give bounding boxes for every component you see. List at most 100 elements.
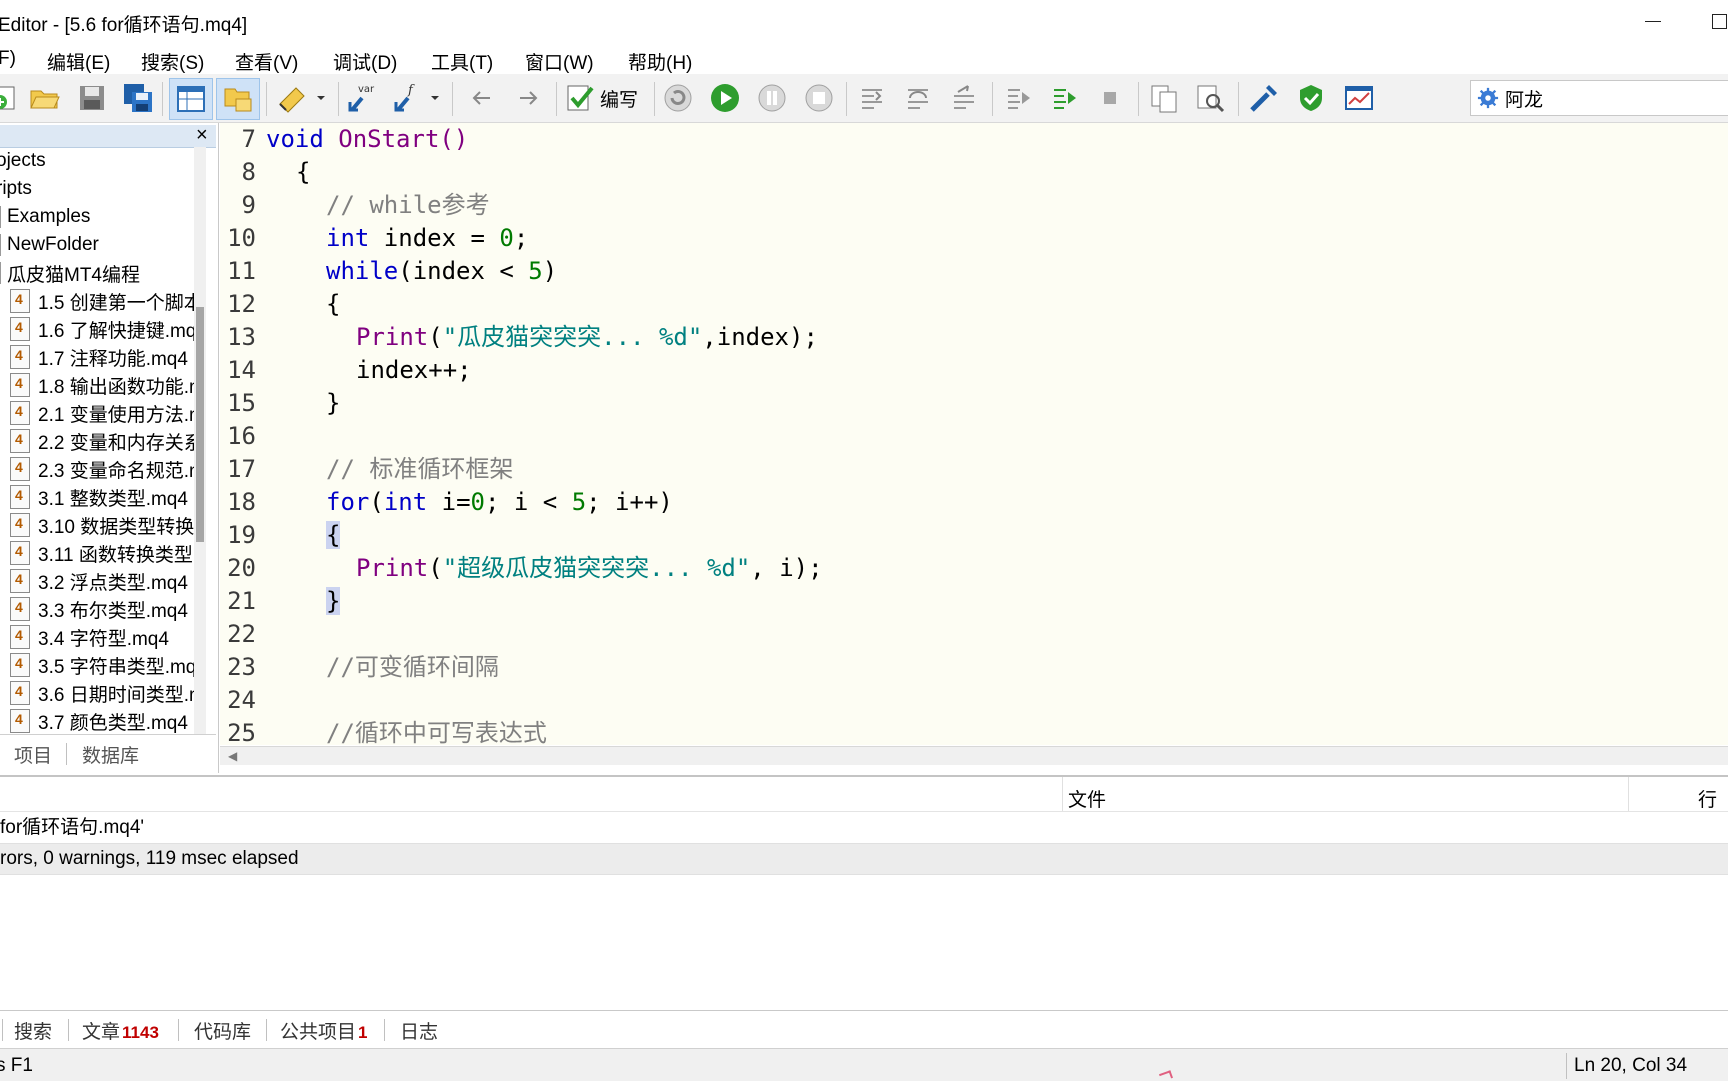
menu-window[interactable]: 窗口(W) <box>525 48 594 75</box>
save-icon[interactable] <box>76 82 108 114</box>
scroll-left-icon[interactable]: ◀ <box>228 749 237 763</box>
message-row[interactable]: for循环语句.mq4' <box>0 813 1728 843</box>
line-number: 15 <box>227 389 256 417</box>
menu-tools[interactable]: 工具(T) <box>431 48 493 75</box>
editor-horizontal-scrollbar[interactable]: ◀ <box>220 746 1728 765</box>
save-all-icon[interactable] <box>122 82 154 114</box>
minimize-button[interactable] <box>1630 6 1670 36</box>
navigator-scrollbar[interactable] <box>194 147 206 757</box>
tree-file-item[interactable]: 3.11 函数转换类型 <box>10 539 193 567</box>
start-debug-icon[interactable] <box>709 82 741 114</box>
mq4-file-icon <box>10 429 30 453</box>
compile-icon <box>567 85 594 111</box>
insert-func-icon[interactable]: f <box>392 82 424 114</box>
user-profile-field[interactable]: 阿龙 <box>1470 80 1728 116</box>
message-row-selected[interactable]: rors, 0 warnings, 119 msec elapsed <box>0 843 1728 875</box>
menu-edit[interactable]: 编辑(E) <box>47 48 110 75</box>
column-file[interactable]: 文件 <box>1068 785 1106 812</box>
code-line: Print("瓜皮猫突突突... %d",index); <box>356 323 818 351</box>
copy-icon[interactable] <box>1148 82 1180 114</box>
menu-help[interactable]: 帮助(H) <box>628 48 692 75</box>
tree-file-item[interactable]: 3.1 整数类型.mq4 <box>10 483 188 511</box>
step-into-icon[interactable] <box>856 82 888 114</box>
mq4-file-icon <box>10 513 30 537</box>
maximize-button[interactable] <box>1700 6 1728 36</box>
close-icon[interactable]: × <box>196 124 208 147</box>
toolbox-toggle-icon[interactable] <box>216 78 260 120</box>
step-over-icon[interactable] <box>902 82 934 114</box>
tree-file-item[interactable]: 3.6 日期时间类型.mq4 <box>10 679 194 707</box>
tab-database[interactable]: 数据库 <box>82 741 139 768</box>
verify-icon[interactable] <box>1295 82 1327 114</box>
tree-file-item[interactable]: 2.1 变量使用方法.mq4 <box>10 399 194 427</box>
tree-file-item[interactable]: 1.6 了解快捷键.mq4 <box>10 315 194 343</box>
code-line: for(int i=0; i < 5; i++) <box>326 488 673 516</box>
navigator-toggle-icon[interactable] <box>169 78 213 120</box>
pause-icon[interactable] <box>756 82 788 114</box>
svg-text:f: f <box>407 83 415 98</box>
tab-public-projects[interactable]: 公共项目 1 <box>280 1017 367 1044</box>
tree-item[interactable]: ojects <box>0 147 46 175</box>
profile-real-icon[interactable] <box>1048 82 1080 114</box>
tree-file-item[interactable]: 3.10 数据类型转换 <box>10 511 194 539</box>
mq4-file-icon <box>10 457 30 481</box>
tree-item[interactable]: ripts <box>0 175 32 203</box>
tab-codebase[interactable]: 代码库 <box>194 1017 251 1044</box>
chart-icon[interactable] <box>1343 82 1375 114</box>
toolbar: var f 编写 阿龙 <box>0 74 1728 123</box>
style-icon[interactable] <box>276 82 308 114</box>
column-line[interactable]: 行 <box>1698 785 1717 812</box>
code-line: { <box>326 290 341 318</box>
tree-file-item[interactable]: 3.5 字符串类型.mq4 <box>10 651 194 679</box>
tab-projects[interactable]: 项目 <box>14 741 52 768</box>
line-number: 25 <box>227 719 256 747</box>
menu-file[interactable]: F) <box>0 48 16 70</box>
line-number: 13 <box>227 323 256 351</box>
tree-item[interactable]: Examples <box>0 203 90 231</box>
tree-file-item[interactable]: 2.2 变量和内存关系 <box>10 427 194 455</box>
open-icon[interactable] <box>28 82 60 114</box>
tree-file-item[interactable]: 1.7 注释功能.mq4 <box>10 343 188 371</box>
code-line: //可变循环间隔 <box>326 653 499 681</box>
tool-icon[interactable] <box>1248 82 1280 114</box>
tree-file-item[interactable]: 3.2 浮点类型.mq4 <box>10 567 188 595</box>
code-area[interactable]: void OnStart() { // while参考 int index = … <box>266 123 1726 745</box>
code-line: // while参考 <box>326 191 490 219</box>
scrollbar-thumb[interactable] <box>196 307 204 542</box>
tree-file-item[interactable]: 2.3 变量命名规范.mq4 <box>10 455 194 483</box>
menu-debug[interactable]: 调试(D) <box>333 48 397 75</box>
profile-stop-icon[interactable] <box>1094 82 1126 114</box>
tab-articles[interactable]: 文章 1143 <box>82 1017 159 1044</box>
new-icon[interactable] <box>0 82 20 114</box>
back-icon[interactable] <box>466 82 498 114</box>
forward-icon[interactable] <box>512 82 544 114</box>
line-number: 21 <box>227 587 256 615</box>
line-number: 7 <box>241 125 256 153</box>
menu-search[interactable]: 搜索(S) <box>141 48 204 75</box>
stop-icon[interactable] <box>803 82 835 114</box>
line-number: 20 <box>227 554 256 582</box>
func-dropdown-icon[interactable] <box>428 82 442 114</box>
dropdown-icon[interactable] <box>314 82 328 114</box>
restart-icon[interactable] <box>662 82 694 114</box>
tab-search[interactable]: 搜索 <box>14 1017 52 1044</box>
step-out-icon[interactable] <box>948 82 980 114</box>
tree-file-item[interactable]: 3.3 布尔类型.mq4 <box>10 595 188 623</box>
line-number: 22 <box>227 620 256 648</box>
mq4-file-icon <box>10 485 30 509</box>
find-icon[interactable] <box>1194 82 1226 114</box>
profile-start-icon[interactable] <box>1002 82 1034 114</box>
menu-view[interactable]: 查看(V) <box>235 48 298 75</box>
tree-file-item[interactable]: 3.4 字符型.mq4 <box>10 623 169 651</box>
code-editor[interactable]: 7 8 9 10 11 12 13 14 15 16 17 18 19 20 2… <box>220 123 1728 747</box>
mq4-file-icon <box>10 709 30 733</box>
tab-journal[interactable]: 日志 <box>400 1017 438 1044</box>
tree-file-item[interactable]: 3.7 颜色类型.mq4 <box>10 707 188 735</box>
tree-file-item[interactable]: 1.5 创建第一个脚本 <box>10 287 194 315</box>
tree-item-selected[interactable]: 瓜皮猫MT4编程 <box>0 259 140 287</box>
code-line: { <box>296 158 311 186</box>
tree-file-item[interactable]: 1.8 输出函数功能.mq4 <box>10 371 194 399</box>
compile-button[interactable]: 编写 <box>564 82 638 114</box>
insert-var-icon[interactable]: var <box>346 82 378 114</box>
tree-item[interactable]: NewFolder <box>0 231 99 259</box>
